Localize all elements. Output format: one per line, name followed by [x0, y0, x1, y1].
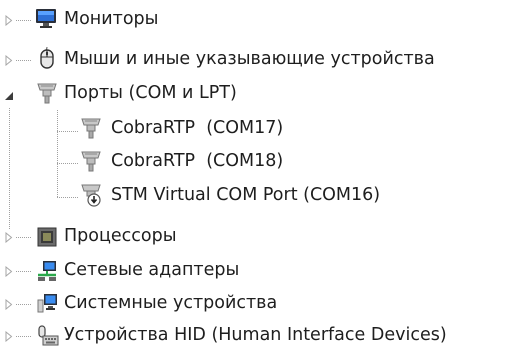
expand-arrow-icon[interactable] [4, 231, 14, 243]
tree-item-label: Устройства HID (Human Interface Devices) [64, 325, 447, 345]
tree-connector [16, 20, 32, 21]
tree-connector [57, 163, 79, 164]
tree-connector [16, 237, 32, 238]
tree-item-label: STM Virtual COM Port (COM16) [111, 185, 381, 205]
collapse-arrow-icon[interactable] [4, 90, 14, 102]
tree-item-label: Порты (COM и LPT) [64, 83, 237, 103]
expand-arrow-icon[interactable] [4, 14, 14, 26]
expand-arrow-icon[interactable] [4, 330, 14, 342]
device-tree: Мониторы Мыши и иные указывающие устройс… [0, 0, 525, 352]
tree-connector [16, 271, 32, 272]
processor-icon [35, 225, 59, 249]
expand-arrow-icon[interactable] [4, 265, 14, 277]
tree-item-label: CobraRTP (COM18) [111, 151, 284, 171]
tree-connector [16, 336, 32, 337]
tree-item-label: Процессоры [64, 226, 177, 246]
tree-item-label: CobraRTP (COM17) [111, 118, 284, 138]
expand-arrow-icon[interactable] [4, 54, 14, 66]
tree-item-label: Мыши и иные указывающие устройства [64, 49, 435, 69]
network-adapter-icon [35, 259, 59, 283]
port-icon [35, 81, 59, 105]
system-device-icon [35, 291, 59, 315]
tree-connector [9, 108, 10, 230]
expand-arrow-icon[interactable] [4, 298, 14, 310]
mouse-icon [35, 46, 59, 70]
tree-connector [57, 197, 79, 198]
tree-connector [16, 304, 32, 305]
tree-connector [57, 110, 58, 198]
tree-item-label: Мониторы [64, 9, 159, 29]
port-warning-icon [79, 183, 103, 207]
tree-item-label: Сетевые адаптеры [64, 260, 240, 280]
hid-icon [35, 324, 59, 348]
port-icon [79, 149, 103, 173]
port-icon [79, 116, 103, 140]
monitor-icon [34, 7, 58, 31]
tree-connector [16, 60, 32, 61]
tree-item-label: Системные устройства [64, 293, 278, 313]
tree-connector [57, 131, 79, 132]
